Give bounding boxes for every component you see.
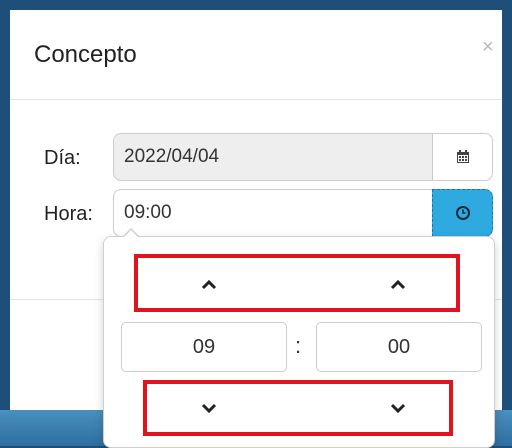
hora-label: Hora: (44, 203, 93, 225)
time-picker-dropdown: 09 : 00 (103, 228, 495, 448)
hours-field[interactable]: 09 (121, 322, 287, 372)
chevron-down-icon (390, 403, 406, 414)
chevron-up-icon (390, 279, 406, 290)
close-button[interactable]: × (482, 36, 494, 59)
chevron-down-icon (201, 403, 217, 414)
time-input[interactable]: 09:00 (113, 189, 442, 237)
increment-hours-button[interactable] (185, 265, 233, 305)
increment-minutes-button[interactable] (374, 265, 422, 305)
time-input-group: 09:00 (113, 189, 493, 237)
modal-header: Concepto × (10, 10, 502, 100)
minutes-field[interactable]: 00 (316, 322, 482, 372)
dia-label: Día: (44, 147, 81, 169)
clock-icon (455, 206, 470, 220)
date-picker-button[interactable] (432, 133, 493, 181)
date-input-group: 2022/04/04 (113, 133, 493, 181)
time-separator: : (295, 333, 302, 358)
calendar-icon (456, 150, 469, 163)
dropdown-caret-fill (123, 230, 139, 238)
decrement-minutes-button[interactable] (374, 388, 422, 428)
decrement-hours-button[interactable] (185, 388, 233, 428)
date-input[interactable]: 2022/04/04 (113, 133, 442, 181)
chevron-up-icon (201, 279, 217, 290)
modal-title: Concepto (34, 41, 137, 68)
time-picker-button[interactable] (432, 189, 493, 237)
